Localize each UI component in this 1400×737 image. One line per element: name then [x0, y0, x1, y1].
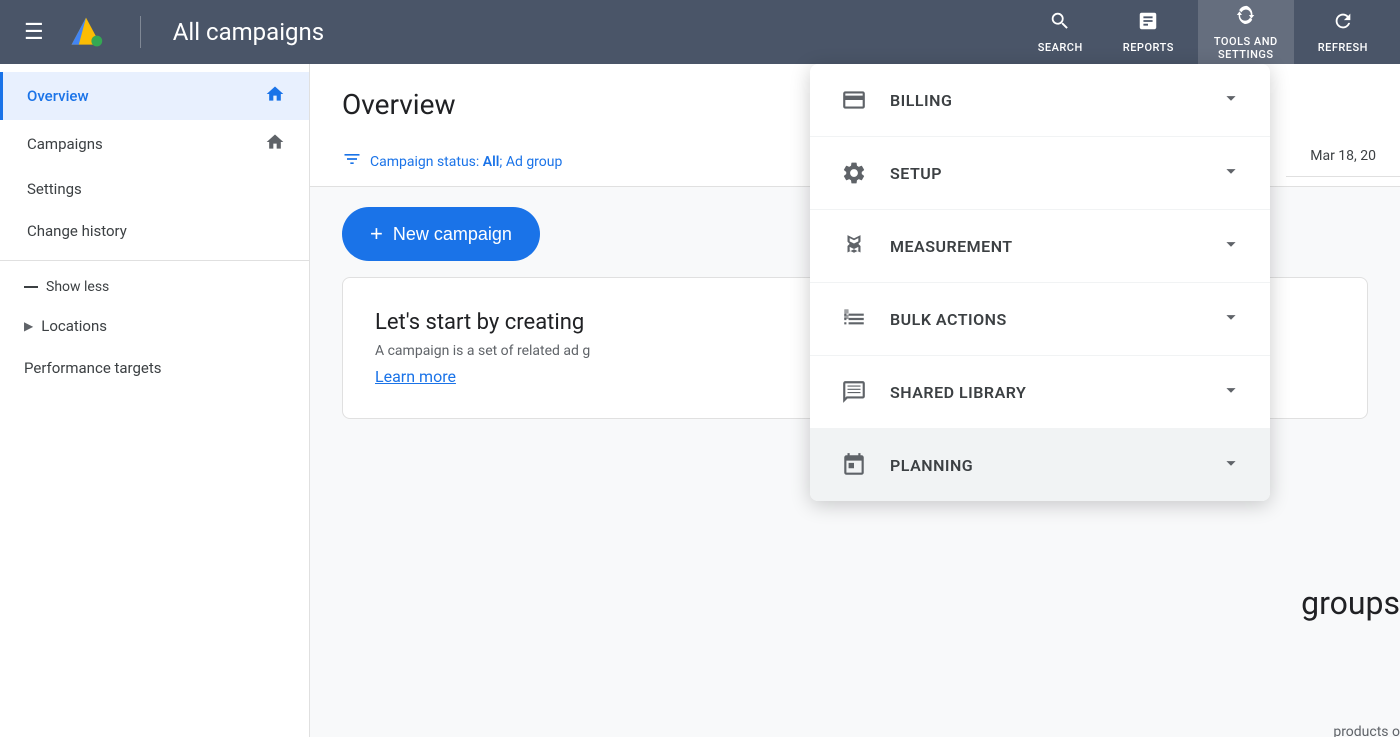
refresh-nav-button[interactable]: REFRESH: [1302, 2, 1384, 62]
show-less-dash-icon: [24, 286, 38, 288]
reports-icon: [1137, 10, 1159, 37]
shared-library-icon: [838, 376, 870, 408]
new-campaign-label: New campaign: [393, 224, 512, 245]
refresh-nav-label: REFRESH: [1318, 41, 1368, 54]
top-navigation: ☰ All campaigns SEARCH REPORTS TOOLS: [0, 0, 1400, 64]
search-nav-button[interactable]: SEARCH: [1022, 2, 1099, 62]
sidebar-item-campaigns[interactable]: Campaigns: [0, 120, 309, 168]
learn-more-link[interactable]: Learn more: [375, 367, 456, 386]
page-title: All campaigns: [173, 18, 324, 46]
planning-item-left: PLANNING: [838, 449, 973, 481]
dropdown-item-planning[interactable]: PLANNING: [810, 429, 1270, 501]
setup-item-left: SETUP: [838, 157, 942, 189]
dropdown-item-measurement[interactable]: MEASUREMENT: [810, 210, 1270, 283]
home-icon-campaigns: [265, 132, 285, 156]
sidebar-item-locations[interactable]: ▶ Locations: [0, 305, 309, 347]
sidebar-item-performance-targets[interactable]: Performance targets: [0, 347, 309, 389]
billing-item-left: BILLING: [838, 84, 952, 116]
bulk-actions-label: BULK ACTIONS: [890, 310, 1007, 329]
show-less-label: Show less: [46, 279, 109, 295]
filter-bold-value: All: [483, 154, 500, 170]
new-campaign-button[interactable]: + New campaign: [342, 207, 540, 261]
locations-label: Locations: [41, 317, 107, 335]
sidebar-item-settings[interactable]: Settings: [0, 168, 309, 210]
filter-suffix: ; Ad group: [499, 154, 562, 170]
filter-icon: [342, 149, 362, 174]
refresh-icon: [1332, 10, 1354, 37]
nav-left: ☰ All campaigns: [16, 12, 324, 53]
tools-nav-label: TOOLS ANDSETTINGS: [1214, 35, 1278, 61]
locations-arrow-icon: ▶: [24, 319, 33, 333]
home-icon-overview: [265, 84, 285, 108]
shared-library-label: SHARED LIBRARY: [890, 383, 1026, 402]
sidebar-item-overview[interactable]: Overview: [0, 72, 309, 120]
sidebar-divider: [0, 260, 309, 261]
tools-icon: [1235, 4, 1257, 31]
measurement-chevron-icon: [1220, 233, 1242, 260]
sidebar-item-change-history-left: Change history: [27, 222, 127, 240]
sidebar-item-change-history[interactable]: Change history: [0, 210, 309, 252]
date-text: Mar 18, 20: [1310, 148, 1376, 164]
setup-label: SETUP: [890, 164, 942, 183]
settings-label: Settings: [27, 180, 82, 198]
products-text: products o: [1333, 724, 1400, 737]
performance-targets-label: Performance targets: [24, 359, 162, 377]
right-groups-text: groups: [1301, 584, 1400, 622]
change-history-label: Change history: [27, 222, 127, 240]
filter-text: Campaign status: All; Ad group: [370, 154, 562, 170]
nav-actions: SEARCH REPORTS TOOLS ANDSETTINGS REFRESH: [1022, 0, 1384, 69]
bulk-actions-item-left: BULK ACTIONS: [838, 303, 1007, 335]
nav-divider: [140, 16, 141, 48]
show-less-button[interactable]: Show less: [0, 269, 309, 305]
planning-label: PLANNING: [890, 456, 973, 475]
billing-icon: [838, 84, 870, 116]
right-products-text: products o: [1333, 724, 1400, 737]
search-icon: [1049, 10, 1071, 37]
sidebar-item-settings-left: Settings: [27, 180, 82, 198]
setup-chevron-icon: [1220, 160, 1242, 187]
filter-prefix: Campaign status:: [370, 154, 483, 170]
sidebar: Overview Campaigns Settings Change histo…: [0, 64, 310, 737]
card-desc-text: A campaign is a set of related ad g: [375, 343, 590, 359]
reports-nav-label: REPORTS: [1123, 41, 1174, 54]
sidebar-item-overview-left: Overview: [27, 87, 89, 105]
dropdown-item-billing[interactable]: BILLING: [810, 64, 1270, 137]
tools-dropdown-menu: BILLING SETUP MEASUREMENT: [810, 64, 1270, 501]
plus-icon: +: [370, 221, 383, 247]
date-bar: Mar 18, 20: [1286, 136, 1400, 177]
tools-settings-nav-button[interactable]: TOOLS ANDSETTINGS: [1198, 0, 1294, 69]
bulk-actions-icon: [838, 303, 870, 335]
planning-chevron-icon: [1220, 452, 1242, 479]
dropdown-item-setup[interactable]: SETUP: [810, 137, 1270, 210]
billing-label: BILLING: [890, 91, 952, 110]
measurement-item-left: MEASUREMENT: [838, 230, 1013, 262]
shared-library-chevron-icon: [1220, 379, 1242, 406]
setup-icon: [838, 157, 870, 189]
planning-icon: [838, 449, 870, 481]
hamburger-icon[interactable]: ☰: [16, 12, 52, 53]
bulk-actions-chevron-icon: [1220, 306, 1242, 333]
measurement-label: MEASUREMENT: [890, 237, 1013, 256]
sidebar-item-campaigns-left: Campaigns: [27, 135, 103, 153]
dropdown-item-bulk-actions[interactable]: BULK ACTIONS: [810, 283, 1270, 356]
dropdown-item-shared-library[interactable]: SHARED LIBRARY: [810, 356, 1270, 429]
overview-label: Overview: [27, 87, 89, 105]
billing-chevron-icon: [1220, 87, 1242, 114]
google-ads-logo: [68, 14, 104, 50]
campaigns-label: Campaigns: [27, 135, 103, 153]
measurement-icon: [838, 230, 870, 262]
search-nav-label: SEARCH: [1038, 41, 1083, 54]
shared-library-item-left: SHARED LIBRARY: [838, 376, 1026, 408]
card-title-text: Let's start by creating: [375, 310, 584, 335]
groups-text: groups: [1301, 584, 1400, 622]
reports-nav-button[interactable]: REPORTS: [1107, 2, 1190, 62]
